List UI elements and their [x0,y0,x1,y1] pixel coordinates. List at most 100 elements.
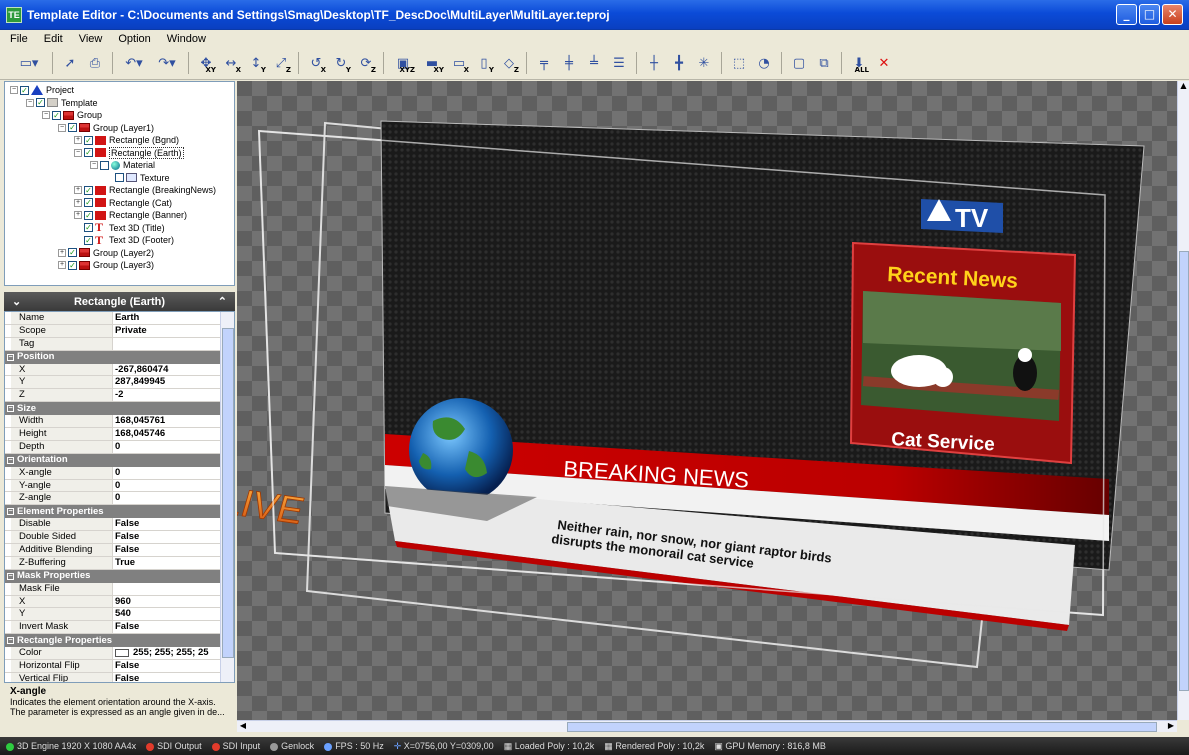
prop-value[interactable]: 0 [113,480,234,492]
prop-value[interactable]: 540 [113,608,234,620]
rotate-y-icon[interactable]: ↻ Y [330,51,352,75]
collapse-icon[interactable]: − [7,405,14,413]
prop-value[interactable]: 0 [113,467,234,479]
align-middle-icon[interactable]: ╪ [558,51,580,75]
collapse-icon[interactable]: − [7,508,14,516]
collapse-icon[interactable]: − [42,111,50,120]
collapse-icon[interactable]: − [58,123,66,132]
checkbox[interactable]: ✓ [84,148,93,158]
checkbox[interactable]: ✓ [84,198,93,208]
maximize-button[interactable]: □ [1139,4,1160,25]
checkbox[interactable]: ✓ [68,248,77,258]
move-y-icon[interactable]: ↕ Y [245,51,267,75]
scroll-thumb[interactable] [567,722,1157,732]
tree-node-earth[interactable]: − ✓ Rectangle (Earth) [5,146,234,160]
tree-node-breakingnews[interactable]: + ✓ Rectangle (BreakingNews) [5,184,234,197]
prop-value[interactable]: False [113,544,234,556]
menu-window[interactable]: Window [167,33,206,45]
prop-row-name[interactable]: Name Earth [5,312,234,325]
prop-row-vflip[interactable]: Vertical Flip False [5,672,234,682]
chevron-up-icon[interactable]: ⌃ [218,295,227,308]
frame-icon[interactable]: ▢ [788,51,810,75]
collapse-icon[interactable]: − [7,456,14,464]
menu-option[interactable]: Option [118,33,150,45]
checkbox[interactable]: ✓ [84,135,93,145]
move-z-icon[interactable]: ⤢ Z [270,51,292,75]
prop-row-double-sided[interactable]: Double Sided False [5,531,234,545]
camera-icon[interactable]: ⎙ [84,51,106,75]
distribute-icon[interactable]: ☰ [608,51,630,75]
prop-value[interactable]: 255; 255; 255; 25 [113,647,234,659]
view-mode-icon[interactable]: ▭▾ [12,51,46,75]
prop-category-element[interactable]: − Element Properties [5,505,234,519]
collapse-icon[interactable]: − [26,98,34,107]
prop-value[interactable]: True [113,557,234,569]
tree-node-layer2[interactable]: + ✓ Group (Layer2) [5,247,234,260]
collapse-icon[interactable]: − [74,148,82,157]
scroll-up-icon[interactable]: ▲ [1178,81,1189,93]
prop-row-width[interactable]: Width 168,045761 [5,415,234,429]
tree-node-project[interactable]: − ✓ Project [5,84,234,97]
prop-row-mask-y[interactable]: Y 540 [5,608,234,622]
center-both-icon[interactable]: ✳ [693,51,715,75]
checkbox[interactable]: ✓ [68,260,77,270]
prop-row-z-angle[interactable]: Z-angle 0 [5,492,234,506]
tree-node-material[interactable]: − Material [5,159,234,172]
prop-value[interactable]: 168,045746 [113,428,234,440]
prop-row-height[interactable]: Height 168,045746 [5,428,234,441]
prop-value[interactable]: 287,849945 [113,376,234,388]
menu-file[interactable]: File [10,33,28,45]
prop-row-y-angle[interactable]: Y-angle 0 [5,479,234,493]
collapse-icon[interactable]: − [7,637,14,645]
tree-node-cat[interactable]: + ✓ Rectangle (Cat) [5,197,234,210]
prop-value[interactable]: Private [113,325,234,337]
prop-value[interactable]: False [113,531,234,543]
tree-node-template[interactable]: − ✓ Template [5,97,234,110]
delete-icon[interactable]: ✕ [873,51,895,75]
prop-category-size[interactable]: − Size [5,402,234,416]
collapse-icon[interactable]: − [7,353,14,361]
scale-xy-icon[interactable]: ▬ XY [419,51,445,75]
prop-value[interactable]: Earth [113,312,234,324]
checkbox[interactable]: ✓ [84,223,93,233]
tree-node-texture[interactable]: Texture [5,172,234,185]
prop-row-z[interactable]: Z -2 [5,389,234,403]
prop-row-color[interactable]: Color 255; 255; 255; 25 [5,647,234,661]
prop-row-depth[interactable]: Depth 0 [5,440,234,454]
scroll-left-icon[interactable]: ◀ [237,721,249,730]
prop-row-zbuffer[interactable]: Z-Buffering True [5,556,234,570]
prop-row-y[interactable]: Y 287,849945 [5,376,234,390]
menu-edit[interactable]: Edit [44,33,63,45]
checkbox[interactable]: ✓ [36,98,45,108]
checkbox[interactable]: ✓ [52,110,61,120]
prop-value[interactable]: False [113,621,234,633]
render-viewport[interactable]: TV Recent News Cat Service BREAKING NEWS… [237,81,1177,720]
checkbox[interactable] [115,173,124,183]
expand-icon[interactable]: + [74,186,82,195]
center-v-icon[interactable]: ╋ [668,51,690,75]
prop-row-scope[interactable]: Scope Private [5,324,234,338]
collapse-icon[interactable]: − [10,86,18,95]
safe-area-icon[interactable]: ⬚ [728,51,750,75]
prop-category-orientation[interactable]: − Orientation [5,453,234,467]
color-swatch[interactable] [115,648,129,657]
prop-row-additive[interactable]: Additive Blending False [5,544,234,557]
render-all-icon[interactable]: ⬇ ALL [848,51,870,75]
align-bottom-icon[interactable]: ╧ [583,51,605,75]
checkbox[interactable]: ✓ [84,235,93,245]
align-top-icon[interactable]: ╤ [533,51,555,75]
viewport-horizontal-scrollbar[interactable]: ◀ ▶ [237,720,1177,732]
checkbox[interactable]: ✓ [68,123,77,133]
prop-value[interactable] [113,583,234,595]
expand-icon[interactable]: + [74,198,82,207]
prop-value[interactable]: False [113,673,234,682]
tree-node-layer3[interactable]: + ✓ Group (Layer3) [5,259,234,272]
prop-value[interactable]: False [113,660,234,672]
tree-node-banner[interactable]: + ✓ Rectangle (Banner) [5,209,234,222]
prop-row-x-angle[interactable]: X-angle 0 [5,466,234,480]
scroll-right-icon[interactable]: ▶ [1165,721,1177,730]
expand-icon[interactable]: + [58,248,66,257]
close-button[interactable]: ✕ [1162,4,1183,25]
scroll-thumb[interactable] [1179,251,1189,691]
viewport-vertical-scrollbar[interactable]: ▲ [1177,81,1189,720]
